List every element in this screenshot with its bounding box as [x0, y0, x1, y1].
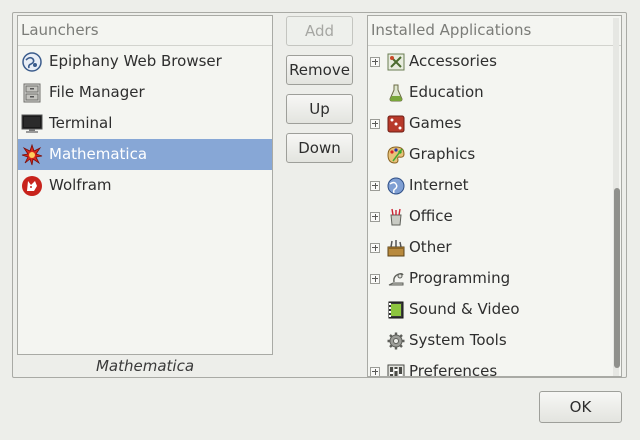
launcher-item-label: Wolfram — [49, 176, 112, 194]
launcher-item-epiphany[interactable]: Epiphany Web Browser — [18, 46, 272, 77]
launcher-item-label: Mathematica — [49, 145, 148, 163]
gear-icon — [385, 330, 407, 352]
category-education[interactable]: Education — [368, 77, 621, 108]
other-icon — [385, 237, 407, 259]
remove-button[interactable]: Remove — [286, 55, 353, 85]
category-label: Games — [409, 114, 462, 132]
monitor-icon — [21, 113, 43, 135]
programming-icon — [385, 268, 407, 290]
launcher-item-wolfram[interactable]: Wolfram — [18, 170, 272, 201]
installed-applications-tree[interactable]: Installed Applications Accessories Educa… — [367, 15, 622, 377]
category-label: Office — [409, 207, 453, 225]
office-icon — [385, 206, 407, 228]
expand-icon[interactable] — [370, 242, 380, 253]
selected-launcher-caption: Mathematica — [95, 357, 195, 375]
launcher-item-file-manager[interactable]: File Manager — [18, 77, 272, 108]
category-office[interactable]: Office — [368, 201, 621, 232]
add-button[interactable]: Add — [286, 16, 353, 46]
category-label: Programming — [409, 269, 511, 287]
ok-button[interactable]: OK — [539, 391, 622, 423]
launcher-item-terminal[interactable]: Terminal — [18, 108, 272, 139]
down-button[interactable]: Down — [286, 133, 353, 163]
category-system-tools[interactable]: System Tools — [368, 325, 621, 356]
category-label: Preferences — [409, 362, 498, 377]
launcher-item-label: Epiphany Web Browser — [49, 52, 222, 70]
category-label: Sound & Video — [409, 300, 520, 318]
category-label: System Tools — [409, 331, 507, 349]
expand-icon[interactable] — [370, 180, 380, 191]
category-sound-video[interactable]: Sound & Video — [368, 294, 621, 325]
expand-icon[interactable] — [370, 273, 380, 284]
category-games[interactable]: Games — [368, 108, 621, 139]
category-accessories[interactable]: Accessories — [368, 46, 621, 77]
installed-applications-header: Installed Applications — [368, 16, 621, 46]
category-label: Education — [409, 83, 484, 101]
expand-icon[interactable] — [370, 211, 380, 222]
launcher-item-label: Terminal — [49, 114, 113, 132]
category-internet[interactable]: Internet — [368, 170, 621, 201]
globe-icon — [21, 51, 43, 73]
vertical-scrollbar[interactable] — [613, 18, 620, 376]
education-icon — [385, 82, 407, 104]
expand-icon[interactable] — [370, 366, 380, 376]
internet-globe-icon — [385, 175, 407, 197]
wolfram-wolf-icon — [21, 175, 43, 197]
category-label: Other — [409, 238, 452, 256]
expand-icon[interactable] — [370, 56, 380, 67]
expand-icon[interactable] — [370, 118, 380, 129]
category-label: Internet — [409, 176, 469, 194]
graphics-palette-icon — [385, 144, 407, 166]
launcher-item-mathematica[interactable]: Mathematica — [18, 139, 272, 170]
games-icon — [385, 113, 407, 135]
category-other[interactable]: Other — [368, 232, 621, 263]
category-programming[interactable]: Programming — [368, 263, 621, 294]
launchers-header: Launchers — [18, 16, 272, 46]
category-graphics[interactable]: Graphics — [368, 139, 621, 170]
scrollbar-thumb[interactable] — [614, 188, 620, 368]
file-cabinet-icon — [21, 82, 43, 104]
accessories-icon — [385, 51, 407, 73]
mathematica-star-icon — [21, 143, 43, 166]
preferences-icon — [385, 361, 407, 376]
sound-video-icon — [385, 299, 407, 321]
category-label: Accessories — [409, 52, 497, 70]
category-label: Graphics — [409, 145, 476, 163]
launchers-list[interactable]: Launchers Epiphany Web Browser File Mana… — [17, 15, 273, 355]
up-button[interactable]: Up — [286, 94, 353, 124]
launcher-item-label: File Manager — [49, 83, 145, 101]
category-preferences[interactable]: Preferences — [368, 356, 621, 377]
